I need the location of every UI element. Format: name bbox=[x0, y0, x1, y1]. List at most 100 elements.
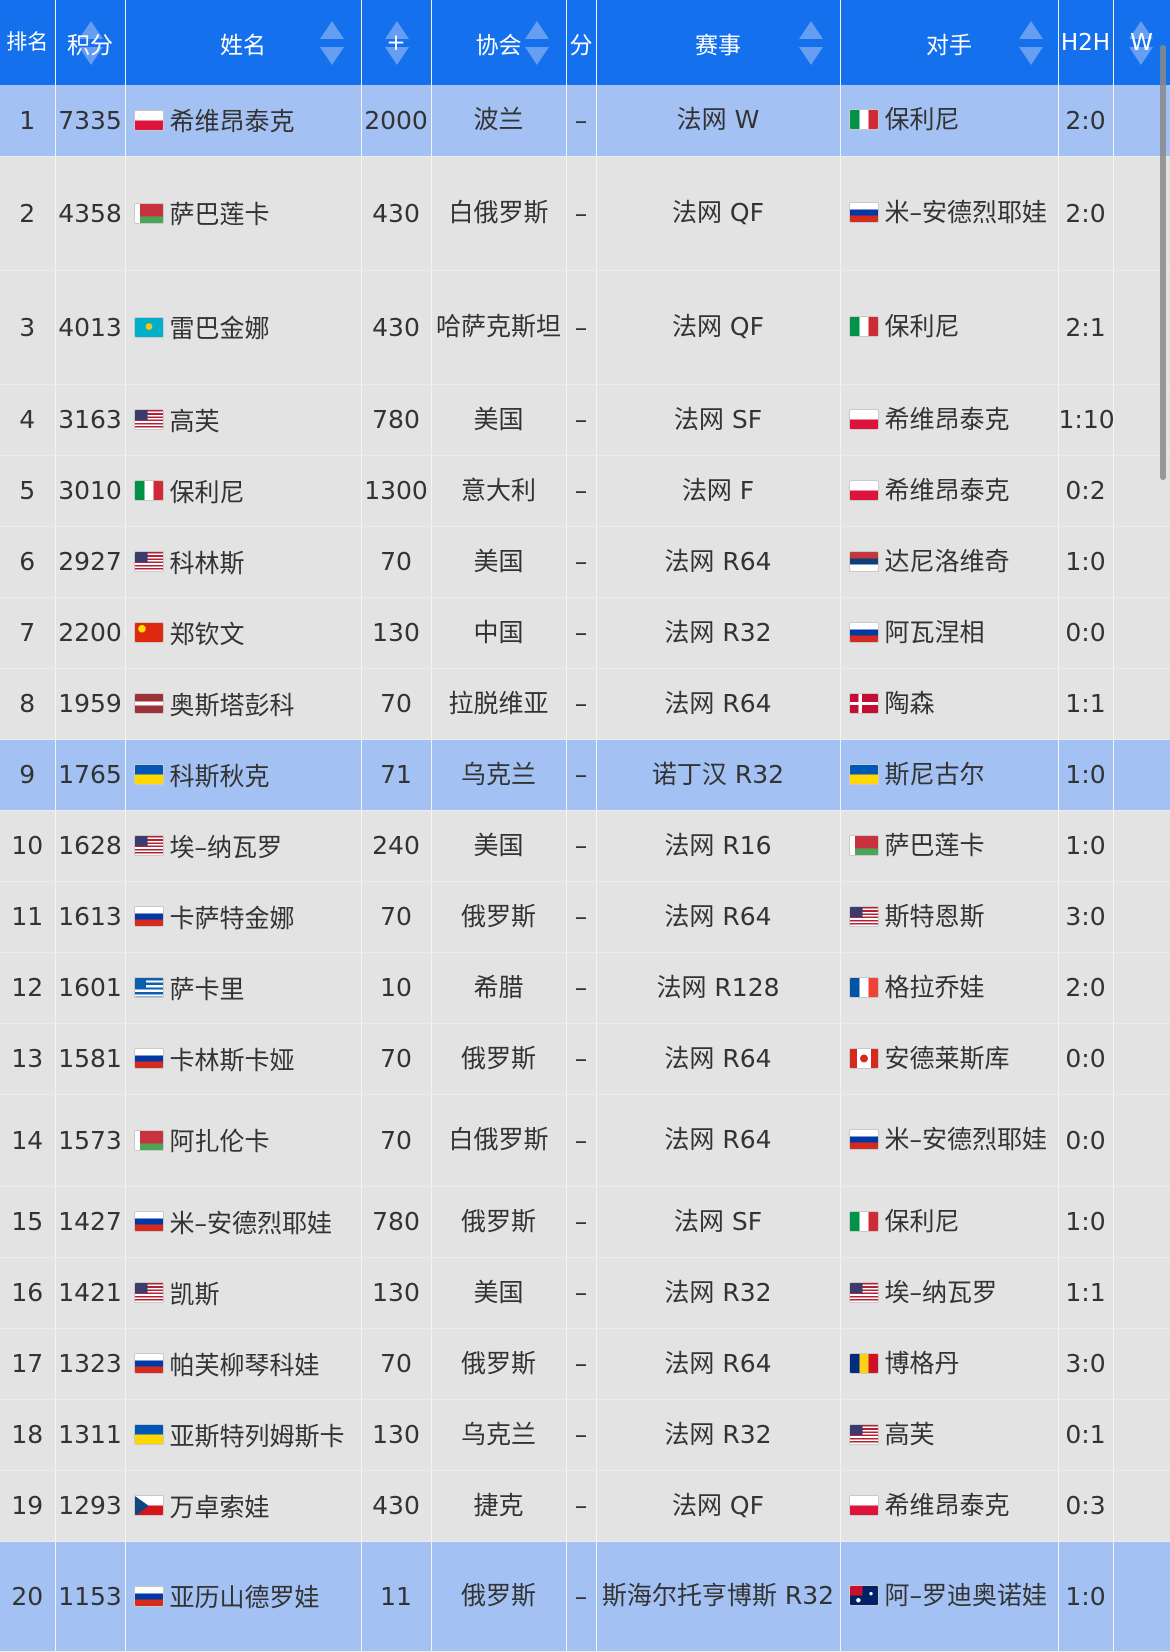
player-cell[interactable]: 卡萨特金娜 bbox=[125, 881, 362, 953]
table-row[interactable]: 6 2927 科林斯 70 美国 – 法网 R64 达尼洛维奇 1:0 bbox=[0, 526, 1170, 598]
column-header-opponent[interactable]: 对手 bbox=[840, 0, 1059, 85]
player-cell[interactable]: 保利尼 bbox=[125, 455, 362, 527]
opponent-cell[interactable]: 陶森 bbox=[840, 668, 1059, 740]
h2h-cell: 0:3 bbox=[1058, 1470, 1114, 1542]
table-row[interactable]: 5 3010 保利尼 1300 意大利 – 法网 F 希维昂泰克 0:2 bbox=[0, 455, 1170, 527]
player-cell[interactable]: 萨卡里 bbox=[125, 952, 362, 1024]
table-row[interactable]: 4 3163 高芙 780 美国 – 法网 SF 希维昂泰克 1:10 bbox=[0, 384, 1170, 456]
table-row[interactable]: 7 2200 郑钦文 130 中国 – 法网 R32 阿瓦涅相 0:0 bbox=[0, 597, 1170, 669]
opponent-cell[interactable]: 阿瓦涅相 bbox=[840, 597, 1059, 669]
player-cell[interactable]: 萨巴莲卡 bbox=[125, 156, 362, 271]
player-cell[interactable]: 高芙 bbox=[125, 384, 362, 456]
opponent-cell[interactable]: 希维昂泰克 bbox=[840, 455, 1059, 527]
opponent-cell[interactable]: 保利尼 bbox=[840, 270, 1059, 385]
player-cell[interactable]: 亚历山德罗娃 bbox=[125, 1541, 362, 1652]
rank-cell: 19 bbox=[0, 1470, 56, 1542]
opponent-cell[interactable]: 萨巴莲卡 bbox=[840, 810, 1059, 882]
player-cell[interactable]: 阿扎伦卡 bbox=[125, 1094, 362, 1187]
player-cell[interactable]: 万卓索娃 bbox=[125, 1470, 362, 1542]
opponent-name: 萨巴莲卡 bbox=[884, 830, 985, 860]
table-row[interactable]: 2 4358 萨巴莲卡 430 白俄罗斯 – 法网 QF 米–安德烈耶娃 2:0 bbox=[0, 156, 1170, 271]
dropped-cell: – bbox=[566, 85, 597, 157]
table-row[interactable]: 18 1311 亚斯特列姆斯卡 130 乌克兰 – 法网 R32 高芙 0:1 bbox=[0, 1399, 1170, 1471]
column-header-rank[interactable]: 排名 bbox=[0, 0, 56, 85]
opponent-cell[interactable]: 高芙 bbox=[840, 1399, 1059, 1471]
table-row[interactable]: 20 1153 亚历山德罗娃 11 俄罗斯 – 斯海尔托亨博斯 R32 阿–罗迪奥诺娃 1:0 bbox=[0, 1541, 1170, 1652]
opponent-cell[interactable]: 保利尼 bbox=[840, 85, 1059, 157]
us-flag-icon bbox=[133, 835, 164, 856]
player-cell[interactable]: 凯斯 bbox=[125, 1257, 362, 1329]
h2h-cell: 1:0 bbox=[1058, 739, 1114, 811]
opponent-cell[interactable]: 达尼洛维奇 bbox=[840, 526, 1059, 598]
opponent-cell[interactable]: 格拉乔娃 bbox=[840, 952, 1059, 1024]
opponent-name: 达尼洛维奇 bbox=[884, 546, 1010, 576]
table-row[interactable]: 1 7335 希维昂泰克 2000 波兰 – 法网 W 保利尼 2:0 bbox=[0, 85, 1170, 157]
player-cell[interactable]: 科林斯 bbox=[125, 526, 362, 598]
opponent-cell[interactable]: 米–安德烈耶娃 bbox=[840, 1094, 1059, 1187]
column-header-gain[interactable]: + bbox=[361, 0, 432, 85]
w-cell bbox=[1113, 881, 1170, 953]
table-row[interactable]: 8 1959 奥斯塔彭科 70 拉脱维亚 – 法网 R64 陶森 1:1 bbox=[0, 668, 1170, 740]
opponent-cell[interactable]: 米–安德烈耶娃 bbox=[840, 156, 1059, 271]
opponent-cell[interactable]: 希维昂泰克 bbox=[840, 1470, 1059, 1542]
player-name: 万卓索娃 bbox=[169, 1492, 270, 1522]
player-cell[interactable]: 帕芙柳琴科娃 bbox=[125, 1328, 362, 1400]
column-header-h2h[interactable]: H2H bbox=[1058, 0, 1114, 85]
opponent-cell[interactable]: 阿–罗迪奥诺娃 bbox=[840, 1541, 1059, 1652]
opponent-cell[interactable]: 博格丹 bbox=[840, 1328, 1059, 1400]
h2h-cell: 1:0 bbox=[1058, 810, 1114, 882]
vertical-scrollbar[interactable] bbox=[1160, 45, 1166, 480]
player-cell[interactable]: 雷巴金娜 bbox=[125, 270, 362, 385]
table-row[interactable]: 3 4013 雷巴金娜 430 哈萨克斯坦 – 法网 QF 保利尼 2:1 bbox=[0, 270, 1170, 385]
association-cell: 波兰 bbox=[431, 85, 567, 157]
table-row[interactable]: 11 1613 卡萨特金娜 70 俄罗斯 – 法网 R64 斯特恩斯 3:0 bbox=[0, 881, 1170, 953]
player-cell[interactable]: 奥斯塔彭科 bbox=[125, 668, 362, 740]
table-row[interactable]: 9 1765 科斯秋克 71 乌克兰 – 诺丁汉 R32 斯尼古尔 1:0 bbox=[0, 739, 1170, 811]
association-cell: 哈萨克斯坦 bbox=[431, 270, 567, 385]
opponent-cell[interactable]: 斯特恩斯 bbox=[840, 881, 1059, 953]
gain-cell: 430 bbox=[361, 270, 432, 385]
table-row[interactable]: 10 1628 埃–纳瓦罗 240 美国 – 法网 R16 萨巴莲卡 1:0 bbox=[0, 810, 1170, 882]
table-row[interactable]: 14 1573 阿扎伦卡 70 白俄罗斯 – 法网 R64 米–安德烈耶娃 0:0 bbox=[0, 1094, 1170, 1187]
opponent-name: 阿瓦涅相 bbox=[884, 617, 985, 647]
event-cell: 法网 R64 bbox=[596, 881, 841, 953]
rank-cell: 13 bbox=[0, 1023, 56, 1095]
ru-flag-icon bbox=[848, 202, 879, 223]
table-row[interactable]: 12 1601 萨卡里 10 希腊 – 法网 R128 格拉乔娃 2:0 bbox=[0, 952, 1170, 1024]
player-cell[interactable]: 卡林斯卡娅 bbox=[125, 1023, 362, 1095]
player-cell[interactable]: 埃–纳瓦罗 bbox=[125, 810, 362, 882]
column-header-dropped[interactable]: 分 bbox=[566, 0, 597, 85]
opponent-cell[interactable]: 埃–纳瓦罗 bbox=[840, 1257, 1059, 1329]
player-name: 萨卡里 bbox=[169, 974, 245, 1004]
table-row[interactable]: 13 1581 卡林斯卡娅 70 俄罗斯 – 法网 R64 安德莱斯库 0:0 bbox=[0, 1023, 1170, 1095]
player-cell[interactable]: 郑钦文 bbox=[125, 597, 362, 669]
player-name: 高芙 bbox=[169, 406, 220, 436]
event-cell: 法网 R64 bbox=[596, 1094, 841, 1187]
table-row[interactable]: 15 1427 米–安德烈耶娃 780 俄罗斯 – 法网 SF 保利尼 1:0 bbox=[0, 1186, 1170, 1258]
player-cell[interactable]: 米–安德烈耶娃 bbox=[125, 1186, 362, 1258]
w-cell bbox=[1113, 1399, 1170, 1471]
player-cell[interactable]: 科斯秋克 bbox=[125, 739, 362, 811]
column-header-event[interactable]: 赛事 bbox=[596, 0, 841, 85]
opponent-name: 高芙 bbox=[884, 1419, 935, 1449]
column-header-points[interactable]: 积分 bbox=[55, 0, 126, 85]
opponent-cell[interactable]: 保利尼 bbox=[840, 1186, 1059, 1258]
column-header-name[interactable]: 姓名 bbox=[125, 0, 362, 85]
opponent-cell[interactable]: 安德莱斯库 bbox=[840, 1023, 1059, 1095]
column-header-association[interactable]: 协会 bbox=[431, 0, 567, 85]
player-cell[interactable]: 希维昂泰克 bbox=[125, 85, 362, 157]
opponent-cell[interactable]: 希维昂泰克 bbox=[840, 384, 1059, 456]
dropped-cell: – bbox=[566, 455, 597, 527]
table-row[interactable]: 16 1421 凯斯 130 美国 – 法网 R32 埃–纳瓦罗 1:1 bbox=[0, 1257, 1170, 1329]
h2h-cell: 0:0 bbox=[1058, 1023, 1114, 1095]
table-row[interactable]: 17 1323 帕芙柳琴科娃 70 俄罗斯 – 法网 R64 博格丹 3:0 bbox=[0, 1328, 1170, 1400]
opponent-cell[interactable]: 斯尼古尔 bbox=[840, 739, 1059, 811]
dropped-cell: – bbox=[566, 270, 597, 385]
player-cell[interactable]: 亚斯特列姆斯卡 bbox=[125, 1399, 362, 1471]
player-name: 科斯秋克 bbox=[169, 761, 270, 791]
opponent-name: 米–安德烈耶娃 bbox=[884, 198, 1048, 227]
event-cell: 法网 W bbox=[596, 85, 841, 157]
h2h-cell: 0:1 bbox=[1058, 1399, 1114, 1471]
table-row[interactable]: 19 1293 万卓索娃 430 捷克 – 法网 QF 希维昂泰克 0:3 bbox=[0, 1470, 1170, 1542]
w-cell bbox=[1113, 1328, 1170, 1400]
